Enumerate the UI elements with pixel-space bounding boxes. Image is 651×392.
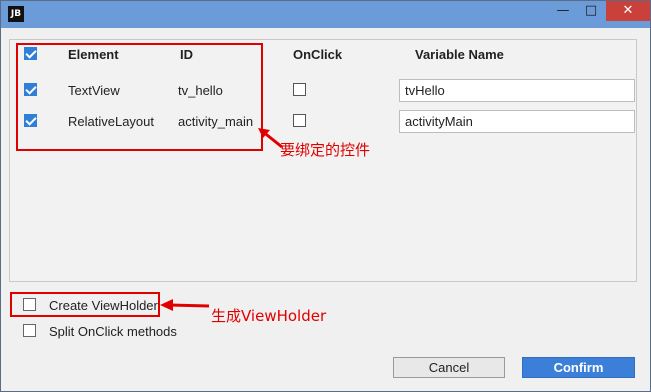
split-onclick-checkbox[interactable]	[23, 324, 36, 337]
minimize-button[interactable]: —	[550, 1, 576, 21]
column-header-variable-name: Variable Name	[415, 47, 504, 62]
variable-name-field[interactable]: activityMain	[399, 110, 635, 133]
title-bar[interactable]: JB — □ ✕	[1, 1, 650, 28]
maximize-button[interactable]: □	[578, 1, 604, 21]
create-viewholder-label[interactable]: Create ViewHolder	[49, 298, 158, 313]
cancel-button[interactable]: Cancel	[393, 357, 505, 378]
close-button[interactable]: ✕	[606, 1, 650, 21]
variable-name-field[interactable]: tvHello	[399, 79, 635, 102]
create-viewholder-checkbox[interactable]	[23, 298, 36, 311]
column-header-onclick: OnClick	[293, 47, 343, 62]
jetbrains-logo-icon: JB	[8, 6, 24, 22]
split-onclick-label[interactable]: Split OnClick methods	[49, 324, 177, 339]
confirm-button[interactable]: Confirm	[522, 357, 635, 378]
annotation-generate-viewholder: 生成ViewHolder	[211, 307, 327, 325]
annotation-highlight-box	[16, 43, 263, 151]
annotation-arrow-icon	[160, 299, 210, 311]
row-onclick-checkbox[interactable]	[293, 114, 306, 127]
dialog-window: JB — □ ✕ Element ID OnClick Variable Nam…	[0, 0, 651, 392]
row-onclick-checkbox[interactable]	[293, 83, 306, 96]
annotation-bind-controls: 要绑定的控件	[280, 141, 371, 159]
